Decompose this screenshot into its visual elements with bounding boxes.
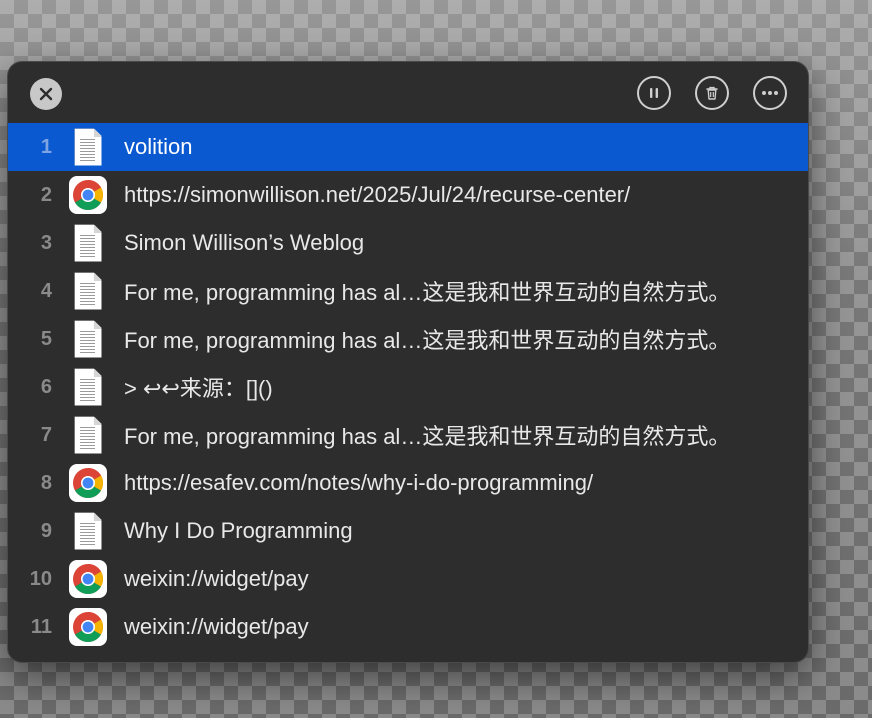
item-icon-slot: [58, 411, 118, 459]
document-icon: [74, 272, 102, 310]
item-index: 3: [40, 231, 52, 254]
item-icon-slot: [58, 459, 118, 507]
more-button[interactable]: [753, 76, 787, 110]
close-button[interactable]: [30, 78, 62, 110]
item-text: volition: [124, 134, 193, 159]
item-index: 10: [29, 567, 52, 590]
list-item[interactable]: 4 For me, programming has al…这是我和世界互动的自然…: [8, 267, 808, 315]
item-icon-slot: [58, 507, 118, 555]
item-index: 4: [40, 279, 52, 302]
list-item[interactable]: 10 weixin://widget/pay: [8, 555, 808, 603]
list-item[interactable]: 3 Simon Willison’s Weblog: [8, 219, 808, 267]
item-icon-slot: [58, 267, 118, 315]
item-icon-slot: [58, 603, 118, 651]
list-item[interactable]: 6 > ↩↩来源：[](): [8, 363, 808, 411]
clear-button[interactable]: [695, 76, 729, 110]
chrome-icon: [69, 608, 107, 646]
item-icon-slot: [58, 219, 118, 267]
close-icon: [39, 87, 53, 101]
item-icon-slot: [58, 315, 118, 363]
pause-button[interactable]: [637, 76, 671, 110]
toolbar: [8, 62, 808, 120]
item-text: For me, programming has al…这是我和世界互动的自然方式…: [124, 328, 731, 353]
document-icon: [74, 416, 102, 454]
document-icon: [74, 368, 102, 406]
item-index: 11: [30, 615, 52, 638]
item-index: 2: [40, 183, 52, 206]
list-item[interactable]: 11 weixin://widget/pay: [8, 603, 808, 651]
item-text: https://simonwillison.net/2025/Jul/24/re…: [124, 182, 631, 207]
item-text: weixin://widget/pay: [124, 566, 309, 591]
item-icon-slot: [58, 171, 118, 219]
chrome-icon: [69, 176, 107, 214]
list-item[interactable]: 5 For me, programming has al…这是我和世界互动的自然…: [8, 315, 808, 363]
item-icon-slot: [58, 363, 118, 411]
trash-icon: [706, 86, 718, 100]
list-item[interactable]: 7 For me, programming has al…这是我和世界互动的自然…: [8, 411, 808, 459]
clipboard-history-panel: 1 volition 2 https://simonwillison.net/20…: [8, 62, 808, 662]
chrome-icon: [69, 464, 107, 502]
item-index: 7: [40, 423, 52, 446]
item-index: 6: [40, 375, 52, 398]
item-index: 5: [40, 327, 52, 350]
more-icon: [762, 91, 778, 95]
list-item[interactable]: 9 Why I Do Programming: [8, 507, 808, 555]
document-icon: [74, 512, 102, 550]
item-index: 9: [40, 519, 52, 542]
document-icon: [74, 224, 102, 262]
item-index: 1: [40, 135, 52, 158]
item-text: https://esafev.com/notes/why-i-do-progra…: [124, 470, 594, 495]
item-text: Simon Willison’s Weblog: [124, 230, 365, 255]
document-icon: [74, 320, 102, 358]
list-item[interactable]: 2 https://simonwillison.net/2025/Jul/24/…: [8, 171, 808, 219]
item-text: Why I Do Programming: [124, 518, 353, 543]
item-text: For me, programming has al…这是我和世界互动的自然方式…: [124, 280, 731, 305]
history-list: 1 volition 2 https://simonwillison.net/20…: [8, 123, 808, 651]
item-text: > ↩↩来源：[](): [124, 376, 273, 401]
item-icon-slot: [58, 555, 118, 603]
item-text: weixin://widget/pay: [124, 614, 309, 639]
item-icon-slot: [58, 123, 118, 171]
list-item[interactable]: 8 https://esafev.com/notes/why-i-do-prog…: [8, 459, 808, 507]
pause-icon: [650, 88, 658, 98]
item-text: For me, programming has al…这是我和世界互动的自然方式…: [124, 424, 731, 449]
list-item[interactable]: 1 volition: [8, 123, 808, 171]
chrome-icon: [69, 560, 107, 598]
item-index: 8: [40, 471, 52, 494]
document-icon: [74, 128, 102, 166]
